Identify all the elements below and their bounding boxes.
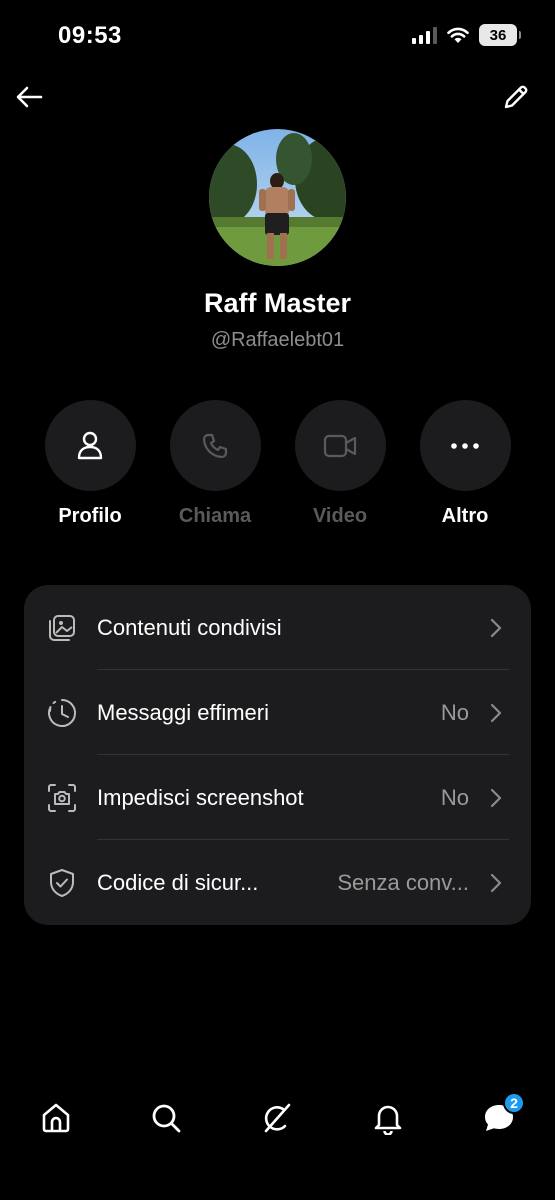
video-action[interactable]: Video: [285, 400, 395, 528]
shared-content-row[interactable]: Contenuti condivisi: [24, 585, 531, 670]
ephemeral-messages-value: No: [440, 699, 469, 725]
avatar[interactable]: [209, 129, 346, 266]
media-icon: [46, 612, 78, 644]
person-icon: [77, 431, 103, 459]
block-screenshot-row[interactable]: Impedisci screenshot No: [24, 755, 531, 840]
more-action-label: Altro: [441, 505, 489, 527]
profile-handle: @Raffaelebt01: [210, 329, 345, 351]
profile-action[interactable]: Profilo: [35, 400, 145, 528]
profile-action-label: Profilo: [58, 505, 122, 527]
chevron-right-icon: [490, 788, 502, 808]
nav-notifications[interactable]: [368, 1098, 408, 1138]
battery-indicator: 36: [479, 24, 521, 46]
signal-icon: [412, 26, 437, 44]
nav-home[interactable]: [36, 1098, 76, 1138]
ephemeral-messages-label: Messaggi effimeri: [97, 699, 269, 725]
call-action-button[interactable]: [169, 400, 261, 491]
messages-badge: 2: [503, 1092, 525, 1114]
chevron-right-icon: [490, 618, 502, 638]
grok-icon: [264, 1103, 291, 1133]
status-icons: 36: [412, 24, 521, 46]
more-action-button[interactable]: [419, 400, 511, 491]
shield-icon: [46, 867, 78, 899]
timer-icon: [46, 697, 78, 729]
bottom-nav: 2: [0, 1080, 555, 1160]
edit-button[interactable]: [499, 80, 533, 114]
avatar-photo: [209, 129, 346, 266]
nav-messages[interactable]: 2: [479, 1092, 525, 1138]
nav-grok[interactable]: [257, 1098, 297, 1138]
security-code-label: Codice di sicur...: [97, 869, 259, 895]
bell-icon: [374, 1105, 402, 1135]
status-time: 09:53: [58, 22, 122, 49]
phone-icon: [202, 433, 228, 458]
chevron-right-icon: [490, 703, 502, 723]
shared-content-label: Contenuti condivisi: [97, 614, 282, 640]
home-icon: [42, 1103, 70, 1133]
search-icon: [152, 1104, 181, 1133]
status-bar: 09:53 36: [0, 0, 555, 72]
security-code-row[interactable]: Codice di sicur... Senza conv...: [24, 840, 531, 925]
ephemeral-messages-row[interactable]: Messaggi effimeri No: [24, 670, 531, 755]
security-code-value: Senza conv...: [337, 869, 469, 895]
pencil-icon: [504, 85, 528, 109]
more-icon: [451, 442, 479, 449]
nav-search[interactable]: [146, 1098, 186, 1138]
screenshot-icon: [46, 782, 78, 814]
chevron-right-icon: [490, 873, 502, 893]
video-action-button[interactable]: [294, 400, 386, 491]
settings-card: Contenuti condivisi Messaggi effimeri No…: [24, 585, 531, 925]
block-screenshot-value: No: [440, 784, 469, 810]
call-action[interactable]: Chiama: [160, 400, 270, 528]
arrow-left-icon: [16, 86, 43, 108]
block-screenshot-label: Impedisci screenshot: [97, 784, 304, 810]
profile-action-button[interactable]: [44, 400, 136, 491]
call-action-label: Chiama: [178, 505, 252, 527]
profile-name: Raff Master: [203, 288, 352, 318]
more-action[interactable]: Altro: [410, 400, 520, 528]
video-icon: [323, 434, 357, 457]
wifi-icon: [447, 27, 469, 43]
back-button[interactable]: [12, 80, 46, 114]
video-action-label: Video: [312, 505, 368, 527]
